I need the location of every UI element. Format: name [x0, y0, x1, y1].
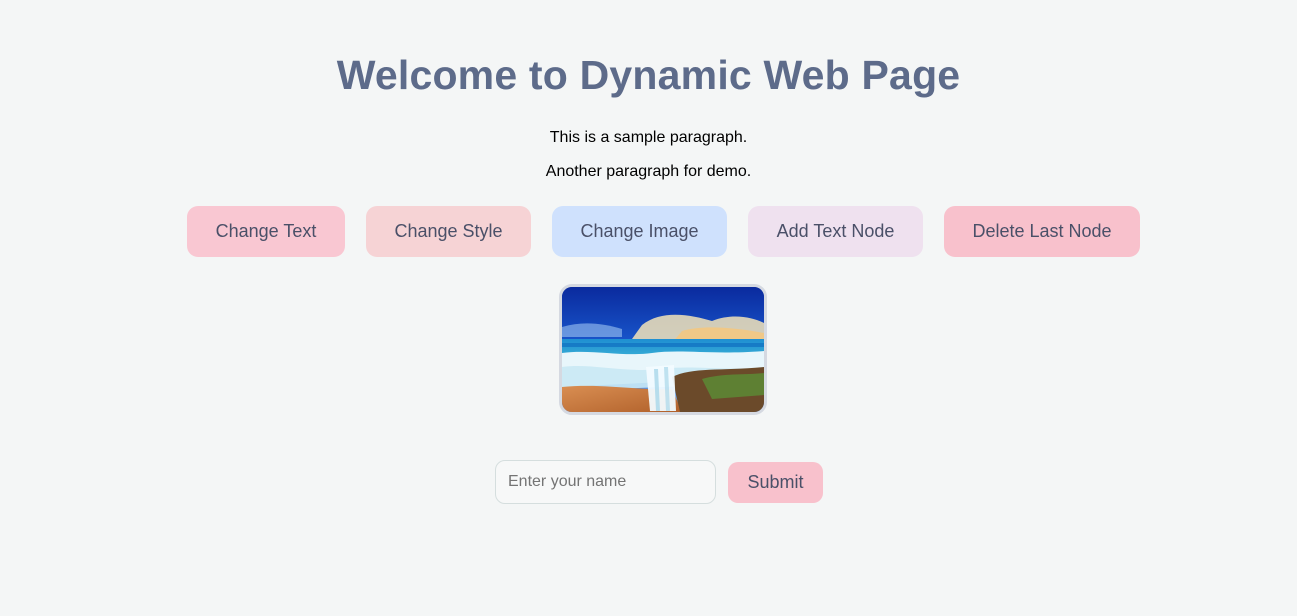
add-text-node-button[interactable]: Add Text Node	[748, 206, 923, 257]
change-text-button[interactable]: Change Text	[187, 206, 345, 257]
name-input[interactable]	[495, 460, 716, 504]
change-style-button[interactable]: Change Style	[366, 206, 531, 257]
name-form: Submit	[495, 460, 823, 504]
change-image-button[interactable]: Change Image	[552, 206, 727, 257]
action-buttons: Change Text Change Style Change Image Ad…	[187, 206, 1140, 257]
paragraph-1: This is a sample paragraph.	[549, 129, 748, 146]
beach-image	[559, 284, 767, 415]
paragraph-2: Another paragraph for demo.	[545, 163, 752, 180]
submit-button[interactable]: Submit	[728, 461, 823, 503]
page-title: Welcome to Dynamic Web Page	[336, 52, 961, 98]
delete-last-node-button[interactable]: Delete Last Node	[944, 206, 1140, 257]
